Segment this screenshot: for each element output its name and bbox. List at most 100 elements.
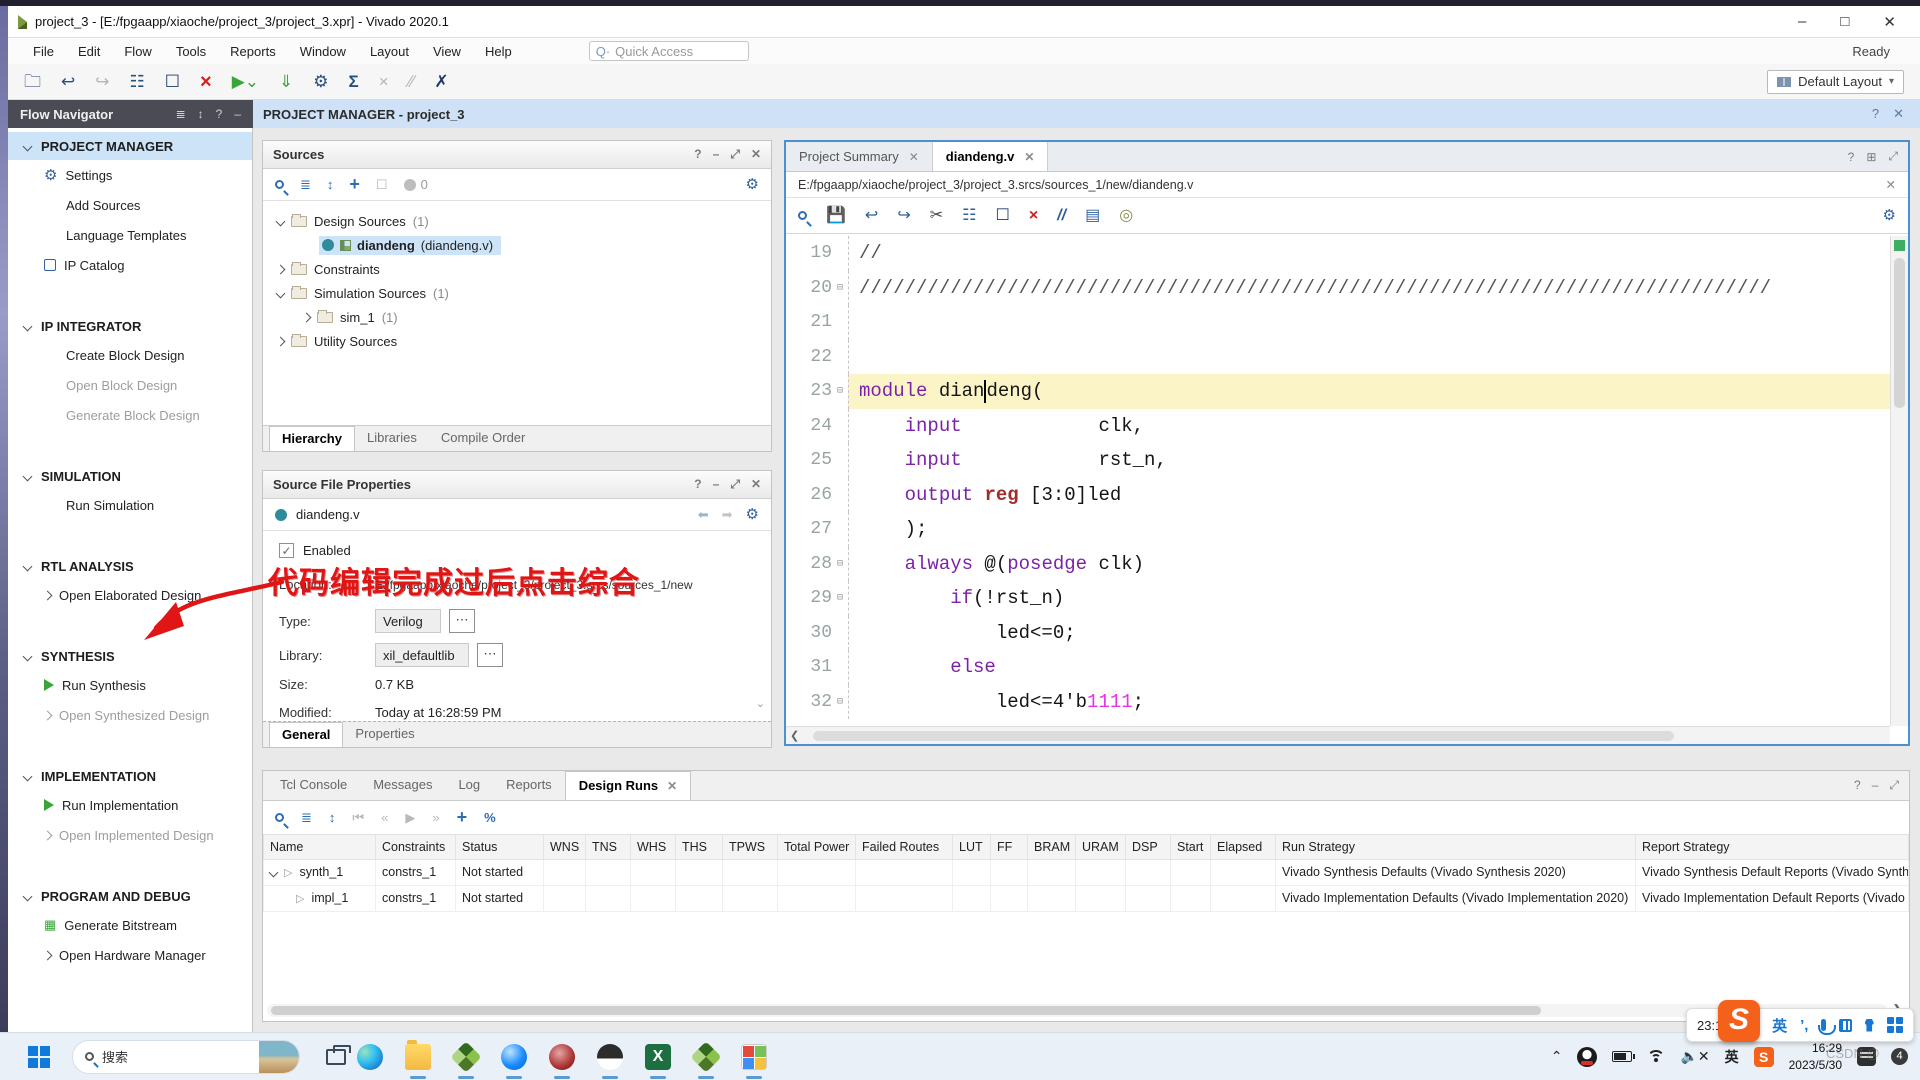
tab-design-runs[interactable]: Design Runs ✕ [565,771,692,800]
library-select[interactable]: xil_defaultlib [375,643,469,667]
copy-icon[interactable]: ☷ [130,73,145,90]
menu-flow[interactable]: Flow [113,42,162,61]
sidebar-item-settings[interactable]: ⚙ Settings [8,160,252,190]
skin-icon[interactable] [1865,1019,1875,1032]
paste-icon[interactable]: ☐ [995,208,1009,224]
sogou-ime-logo[interactable]: S [1718,1000,1760,1042]
search-icon[interactable] [275,813,284,822]
table-row-synth-1[interactable]: ▷synth_1 constrs_1 Not started Vivado Sy… [264,859,1909,885]
editor-horizontal-scrollbar[interactable]: ❮ [786,726,1890,744]
sidebar-item-generate-bitstream[interactable]: ▦ Generate Bitstream [8,910,252,940]
sidebar-item-open-hardware-manager[interactable]: Open Hardware Manager [8,940,252,970]
taskbar-app-excel[interactable]: X [634,1034,682,1080]
run-icon[interactable]: ▶⌄ [232,73,259,90]
scrollbar-thumb[interactable] [271,1006,1541,1015]
tree-item-diandeng[interactable]: diandeng (diandeng.v) [263,233,771,257]
minimize-panel-icon[interactable]: – [1872,778,1879,793]
tab-general[interactable]: General [269,722,343,747]
tree-item-design-sources[interactable]: Design Sources (1) [263,209,771,233]
restore-panel-icon[interactable]: ⊞ [1866,150,1876,164]
collapse-all-icon[interactable]: ≣ [176,107,186,121]
forward-arrow-icon[interactable]: ➡ [722,507,733,523]
menu-help[interactable]: Help [474,42,523,61]
undo-icon[interactable]: ↩ [61,73,75,90]
code-area[interactable]: 19// 20⊟////////////////////////////////… [786,236,1890,726]
tree-item-constraints[interactable]: Constraints [263,257,771,281]
sidebar-item-open-synthesized-design[interactable]: Open Synthesized Design [8,700,252,730]
close-tab-icon[interactable]: ✕ [667,772,677,800]
sidebar-item-ip-catalog[interactable]: IP Catalog [8,250,252,280]
keyboard-icon[interactable] [1839,1019,1851,1032]
taskbar-app-qq[interactable] [586,1034,634,1080]
help-icon[interactable]: ? [694,147,701,162]
collapse-all-icon[interactable]: ≣ [300,177,311,193]
cut-icon[interactable]: ✂ [930,208,943,224]
toggle-comment-icon[interactable]: // [1057,208,1066,224]
help-icon[interactable]: ? [694,477,701,492]
section-project-manager[interactable]: PROJECT MANAGER [8,132,252,160]
minimize-panel-icon[interactable]: – [234,107,241,121]
sidebar-item-language-templates[interactable]: Language Templates [8,220,252,250]
redo-icon[interactable]: ↪ [95,73,109,90]
sidebar-item-run-simulation[interactable]: Run Simulation [8,490,252,520]
task-view-button[interactable] [326,1049,346,1065]
menu-view[interactable]: View [422,42,472,61]
close-button[interactable]: ✕ [1883,13,1896,31]
section-program-and-debug[interactable]: PROGRAM AND DEBUG [8,882,252,910]
percent-icon[interactable]: % [484,810,496,825]
ime-menu-icon[interactable] [1887,1017,1903,1033]
close-icon[interactable]: ✕ [1893,106,1904,122]
tree-item-utility-sources[interactable]: Utility Sources [263,329,771,353]
tab-compile-order[interactable]: Compile Order [429,426,538,451]
tab-messages[interactable]: Messages [360,771,445,800]
start-button[interactable] [28,1046,50,1068]
close-tab-icon[interactable]: ✕ [909,150,919,164]
settings-gear-icon[interactable]: ⚙ [746,507,759,522]
menu-edit[interactable]: Edit [67,42,111,61]
help-icon[interactable]: ? [216,107,223,121]
taskbar-app-vivado[interactable] [442,1034,490,1080]
search-icon[interactable] [275,180,284,189]
sidebar-item-run-implementation[interactable]: Run Implementation [8,790,252,820]
volume-muted-icon[interactable]: 🔈✕ [1680,1048,1709,1065]
close-panel-icon[interactable]: ✕ [751,147,761,162]
editor-vertical-scrollbar[interactable] [1890,236,1908,726]
help-icon[interactable]: ? [1872,106,1879,122]
tab-tcl-console[interactable]: Tcl Console [267,771,360,800]
taskbar-app-music[interactable] [538,1034,586,1080]
float-panel-icon[interactable]: ⤢ [730,477,740,492]
copy-icon[interactable]: ☷ [962,208,976,224]
library-more-button[interactable]: ⋯ [477,643,503,667]
toggle-column-icon[interactable]: ▤ [1085,208,1100,224]
menu-reports[interactable]: Reports [219,42,287,61]
sidebar-item-add-sources[interactable]: Add Sources [8,190,252,220]
paste-icon[interactable]: ☐ [165,73,180,90]
tree-item-simulation-sources[interactable]: Simulation Sources (1) [263,281,771,305]
sidebar-item-run-synthesis[interactable]: Run Synthesis [8,670,252,700]
scroll-down-icon[interactable]: ⌄ [756,697,765,710]
type-more-button[interactable]: ⋯ [449,609,475,633]
type-select[interactable]: Verilog [375,609,441,633]
settings-gear-icon[interactable]: ⚙ [746,177,759,192]
layout-selector[interactable]: Default Layout ▾ [1767,70,1904,94]
qq-tray-icon[interactable] [1577,1047,1597,1067]
battery-icon[interactable] [1612,1051,1632,1062]
minimize-panel-icon[interactable]: – [713,477,720,492]
menu-window[interactable]: Window [289,42,357,61]
settings-gear-icon[interactable]: ⚙ [1883,208,1896,223]
chevron-down-icon[interactable] [269,867,279,877]
ime-indicator[interactable]: 英 [1725,1047,1739,1067]
tab-libraries[interactable]: Libraries [355,426,429,451]
step-icon[interactable]: ⇓ [279,73,293,90]
minimize-panel-icon[interactable]: – [713,147,720,162]
help-icon[interactable]: ? [1854,778,1861,793]
sidebar-item-create-block-design[interactable]: Create Block Design [8,340,252,370]
taskbar-app-edge[interactable] [346,1034,394,1080]
settings-gear-icon[interactable]: ⚙ [313,73,328,90]
collapse-all-icon[interactable]: ≣ [301,810,312,826]
sidebar-item-generate-block-design[interactable]: Generate Block Design [8,400,252,430]
maximize-button[interactable]: □ [1840,13,1849,31]
taskbar-app-browser[interactable] [490,1034,538,1080]
wifi-icon[interactable] [1647,1050,1665,1063]
tab-log[interactable]: Log [445,771,493,800]
